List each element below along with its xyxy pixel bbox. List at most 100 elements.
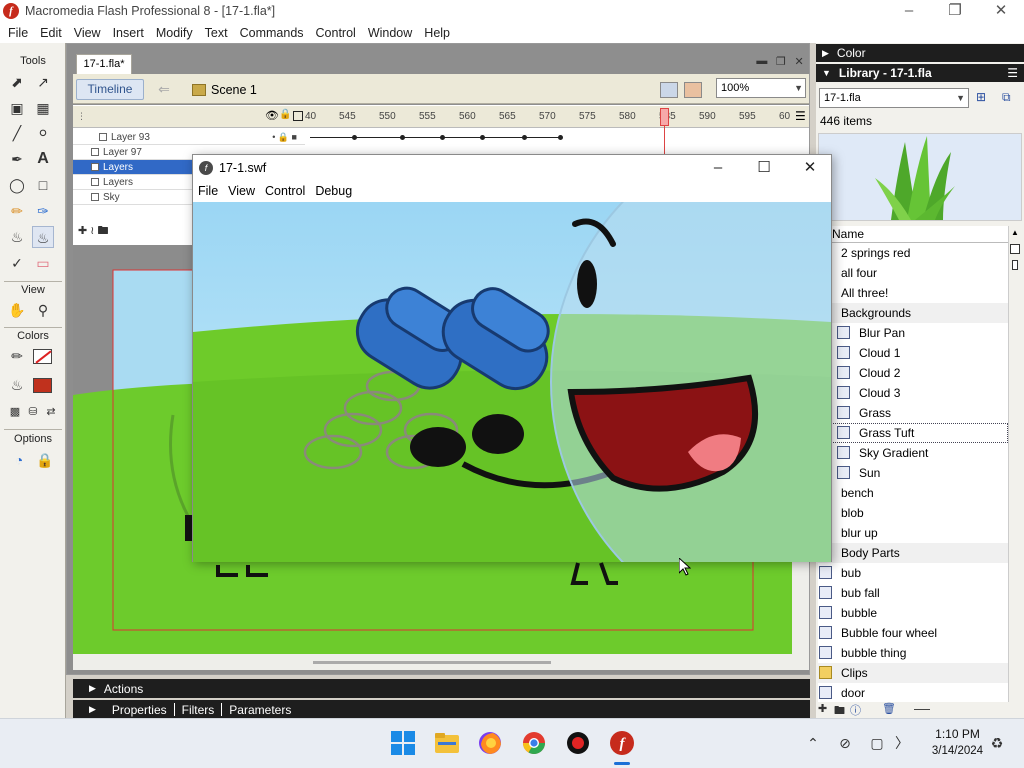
keyframe[interactable] [352,135,357,140]
library-item[interactable]: blur up [818,523,1008,543]
edit-symbols-icon[interactable] [684,82,702,98]
panel-menu-icon[interactable]: ☰ [1007,66,1018,80]
doc-close-icon[interactable]: ✕ [794,55,803,68]
menu-window[interactable]: Window [362,26,418,40]
network-off-icon[interactable]: ⊘ [836,734,854,752]
back-arrow-icon[interactable]: ⇐ [152,79,176,100]
flash-taskbar-icon[interactable]: f [609,730,637,758]
menu-commands[interactable]: Commands [234,26,310,40]
rectangle-tool-icon[interactable]: □ [32,174,54,196]
swf-minimize-button[interactable]: – [695,157,741,179]
stroke-color-swatch[interactable] [33,349,52,364]
library-item[interactable]: blob [818,503,1008,523]
library-item[interactable]: bub [818,563,1008,583]
subselection-tool-icon[interactable]: ↗ [32,71,54,93]
brush-tool-icon[interactable]: ✑ [32,200,54,222]
windows-start-icon[interactable] [390,730,418,758]
library-item[interactable]: Cloud 3 [818,383,1008,403]
library-item[interactable]: 2 springs red [818,243,1008,263]
library-item[interactable]: all four [818,263,1008,283]
menu-control[interactable]: Control [310,26,362,40]
paint-bucket-tool-icon[interactable]: ♨ [32,226,54,248]
selection-tool-icon[interactable]: ⬈ [6,71,28,93]
volume-muted-icon[interactable]: 〉 [893,734,911,752]
restore-button[interactable]: ❐ [932,0,978,22]
library-item[interactable]: door [818,683,1008,702]
narrow-view-icon[interactable] [1012,260,1018,270]
timeline-button[interactable]: Timeline [76,79,144,100]
clock-date[interactable]: 3/14/2024 [920,745,995,757]
resize-handle[interactable] [914,709,930,710]
keyframe[interactable] [558,135,563,140]
playhead[interactable] [660,108,669,126]
library-item[interactable]: Blur Pan [818,323,1008,343]
document-tab[interactable]: 17-1.fla* [76,54,132,74]
swf-canvas[interactable] [193,202,831,562]
keyframe[interactable] [522,135,527,140]
menu-text[interactable]: Text [199,26,234,40]
zoom-tool-icon[interactable]: ⚲ [32,299,54,321]
swf-menu-control[interactable]: Control [260,184,310,198]
edit-scene-icon[interactable] [660,82,678,98]
hand-tool-icon[interactable]: ✋ [6,299,28,321]
free-transform-tool-icon[interactable]: ▣ [6,97,28,119]
outline-icon[interactable] [293,111,303,121]
keyframe[interactable] [440,135,445,140]
library-item[interactable]: bubble [818,603,1008,623]
swf-maximize-button[interactable]: ☐ [741,157,787,179]
lasso-tool-icon[interactable]: ⚪ [32,122,54,144]
swf-menu-file[interactable]: File [193,184,223,198]
pen-tool-icon[interactable]: ✒ [6,148,28,170]
tray-chevron-up-icon[interactable]: ⌃ [804,734,822,752]
firefox-icon[interactable] [477,730,505,758]
close-button[interactable]: ✕ [978,0,1024,22]
library-item[interactable]: All three! [818,283,1008,303]
library-item[interactable]: Grass [818,403,1008,423]
library-item[interactable]: Cloud 1 [818,343,1008,363]
keyframe[interactable] [480,135,485,140]
menu-edit[interactable]: Edit [34,26,68,40]
tab-properties[interactable]: Properties [112,703,167,717]
swap-colors-icon[interactable]: ⇄ [40,401,62,423]
clock-time[interactable]: 1:10 PM [920,727,995,741]
library-item[interactable]: Grass Tuft [818,423,1008,443]
actions-panel-bar[interactable]: ▶ Actions [73,679,810,698]
menu-view[interactable]: View [68,26,107,40]
tab-filters[interactable]: Filters [182,703,215,717]
lock-fill-icon[interactable]: 🔒 [34,449,56,471]
color-panel-header[interactable]: ▶ Color [816,44,1024,62]
library-item[interactable]: Bubble four wheel [818,623,1008,643]
swf-menu-debug[interactable]: Debug [310,184,357,198]
fill-color-icon[interactable]: ♨ [6,374,28,396]
file-explorer-icon[interactable] [434,730,462,758]
minimize-button[interactable]: – [886,0,932,22]
library-item[interactable]: bench [818,483,1008,503]
lock-icon[interactable]: 🔒 [279,109,291,120]
wide-view-icon[interactable] [1010,244,1020,254]
properties-panel-bar[interactable]: ▶ Properties Filters Parameters [73,700,810,719]
insert-folder-icon[interactable]: 🖿 [97,225,108,237]
keyframe[interactable] [400,135,405,140]
pin-library-icon[interactable]: ⊞ [976,90,986,104]
tab-parameters[interactable]: Parameters [229,703,291,717]
screen-recorder-icon[interactable] [565,730,593,758]
layer-row[interactable]: Layer 93 • 🔒 ■ [73,130,305,145]
menu-insert[interactable]: Insert [107,26,150,40]
zoom-select[interactable]: 100% ▼ [716,78,806,98]
scene-breadcrumb[interactable]: Scene 1 [192,80,257,100]
display-icon[interactable]: ▢ [868,734,886,752]
swf-close-button[interactable]: ✕ [787,157,833,179]
library-folder[interactable]: Clips [818,663,1008,683]
add-guide-icon[interactable]: ≀ [90,225,94,237]
library-item[interactable]: Sun [818,463,1008,483]
menu-help[interactable]: Help [418,26,456,40]
horizontal-scrollbar[interactable] [73,654,792,670]
notifications-icon[interactable]: ♻ [988,734,1006,752]
fill-transform-tool-icon[interactable]: ▦ [32,97,54,119]
library-folder[interactable]: Body Parts [818,543,1008,563]
scroll-up-icon[interactable]: ▲ [1011,228,1019,237]
swf-menu-view[interactable]: View [223,184,260,198]
eraser-tool-icon[interactable]: ▭ [32,252,54,274]
eyedropper-tool-icon[interactable]: ✓ [6,252,28,274]
ink-bottle-tool-icon[interactable]: ♨ [6,226,28,248]
